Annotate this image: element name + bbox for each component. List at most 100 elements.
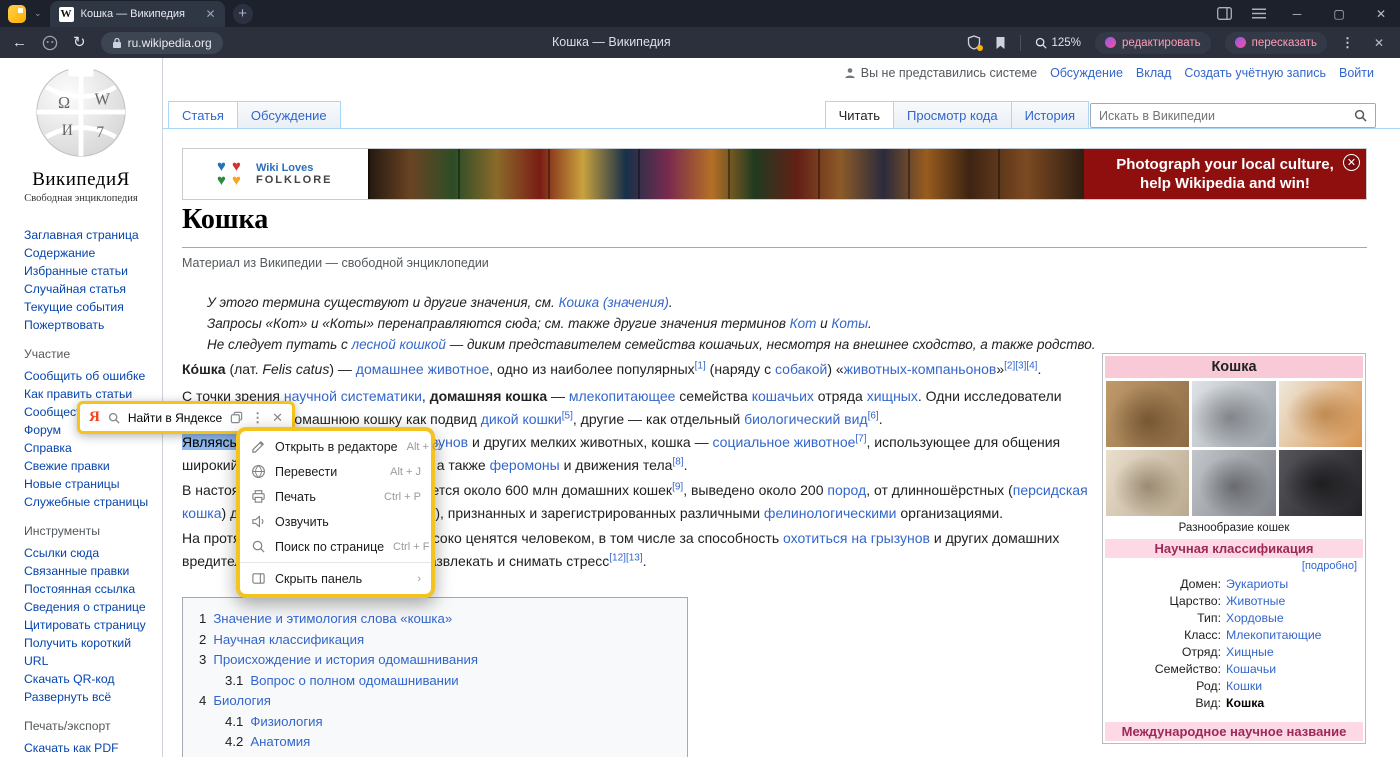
copy-icon[interactable] xyxy=(230,411,243,424)
sidebar-link-0-3[interactable]: Случайная статья xyxy=(24,280,150,298)
cat-photo[interactable] xyxy=(1279,381,1362,447)
wiki-link[interactable]: биологический вид xyxy=(744,411,868,427)
tab-close-icon[interactable]: ✕ xyxy=(205,7,215,21)
wiki-link[interactable]: охотиться на грызунов xyxy=(783,530,930,546)
reference-link[interactable]: [7] xyxy=(855,433,866,444)
sidebar-link-2-1[interactable]: Связанные правки xyxy=(24,562,150,580)
toc-link[interactable]: Биология xyxy=(213,693,271,708)
reference-link[interactable]: [8] xyxy=(672,456,683,467)
wiki-search-box[interactable] xyxy=(1090,103,1376,128)
sidebar-link-2-0[interactable]: Ссылки сюда xyxy=(24,544,150,562)
context-menu-item-2[interactable]: ПечатьCtrl + P xyxy=(240,484,431,509)
view-tab-0[interactable]: Читать xyxy=(825,101,894,129)
view-tab-1[interactable]: Просмотр кода xyxy=(893,101,1012,129)
reload-icon[interactable]: ↻ xyxy=(73,35,86,50)
bookmark-flag-icon[interactable] xyxy=(995,36,1006,50)
window-maximize-button[interactable]: ▢ xyxy=(1328,7,1350,21)
cat-photo[interactable] xyxy=(1106,450,1189,516)
taxonomy-link[interactable]: Эукариоты xyxy=(1226,576,1363,593)
context-menu-item-4[interactable]: Поиск по страницеCtrl + F xyxy=(240,534,431,559)
reference-link[interactable]: [5] xyxy=(562,410,573,421)
namespace-tab-0[interactable]: Статья xyxy=(168,101,238,129)
reference-link[interactable]: [1] xyxy=(695,360,706,371)
wiki-link[interactable]: дикой кошки xyxy=(481,411,562,427)
personal-link-4[interactable]: Войти xyxy=(1339,66,1374,80)
toolbar-more-icon[interactable]: ⋮ xyxy=(251,410,264,426)
sidebar-link-0-4[interactable]: Текущие события xyxy=(24,298,150,316)
wikipedia-logo[interactable]: Ω W И 7 ВикипедиЯ Свободная энциклопедия xyxy=(0,64,162,204)
sidebar-link-0-1[interactable]: Содержание xyxy=(24,244,150,262)
protect-shield-icon[interactable] xyxy=(967,35,981,50)
taxonomy-link[interactable]: Кошачьи xyxy=(1226,661,1363,678)
sidebar-link-2-4[interactable]: Цитировать страницу xyxy=(24,616,150,634)
toc-link[interactable]: Значение и этимология слова «кошка» xyxy=(213,611,452,626)
taxonomy-link[interactable]: Кошки xyxy=(1226,678,1363,695)
toc-item[interactable]: 3Происхождение и история одомашнивания xyxy=(199,650,671,671)
edit-neuro-button[interactable]: редактировать xyxy=(1095,32,1211,54)
cat-photo[interactable] xyxy=(1106,381,1189,447)
reference-link[interactable]: [9] xyxy=(672,481,683,492)
window-minimize-button[interactable]: ─ xyxy=(1286,7,1308,21)
wiki-search-input[interactable] xyxy=(1091,109,1346,123)
toc-item[interactable]: 4Биология xyxy=(199,691,671,712)
view-tab-2[interactable]: История xyxy=(1011,101,1089,129)
reference-link[interactable]: [12][13] xyxy=(609,552,642,563)
browser-tab-active[interactable]: W Кошка — Википедия ✕ xyxy=(50,1,225,27)
context-menu-item-0[interactable]: Открыть в редактореAlt + O xyxy=(240,434,431,459)
wiki-link[interactable]: животных-компаньонов xyxy=(844,361,997,377)
toc-link[interactable]: Вопрос о полном одомашнивании xyxy=(250,673,458,688)
cat-photo[interactable] xyxy=(1192,381,1275,447)
url-field[interactable]: ru.wikipedia.org xyxy=(101,32,223,54)
wiki-link[interactable]: Коты xyxy=(831,316,868,331)
taxonomy-link[interactable]: Млекопитающие xyxy=(1226,627,1363,644)
retell-neuro-button[interactable]: пересказать xyxy=(1225,32,1327,54)
toc-item[interactable]: 2Научная классификация xyxy=(199,630,671,651)
toc-link[interactable]: Физиология xyxy=(250,714,322,729)
sidebar-link-0-0[interactable]: Заглавная страница xyxy=(24,226,150,244)
wiki-link[interactable]: пород xyxy=(827,482,866,498)
toc-link[interactable]: Происхождение и история одомашнивания xyxy=(213,652,478,667)
taxonomy-link[interactable]: Животные xyxy=(1226,593,1363,610)
reference-link[interactable]: [1] xyxy=(695,360,706,371)
assistant-icon[interactable] xyxy=(42,35,58,51)
namespace-tab-1[interactable]: Обсуждение xyxy=(237,101,341,129)
wiki-link[interactable]: научной систематики xyxy=(284,388,422,404)
sidebar-link-0-5[interactable]: Пожертвовать xyxy=(24,316,150,334)
wiki-link[interactable]: Кот xyxy=(790,316,817,331)
reference-link[interactable]: [7] xyxy=(855,433,866,444)
details-link[interactable]: [подробно] xyxy=(1302,560,1357,572)
wiki-link[interactable]: хищных xyxy=(867,388,918,404)
wiki-link[interactable]: феромоны xyxy=(490,457,560,473)
toolbar-close-icon[interactable]: ✕ xyxy=(272,410,283,426)
more-options-icon[interactable]: ⋮ xyxy=(1341,35,1354,51)
wiki-link[interactable]: млекопитающее xyxy=(569,388,676,404)
banner-close-icon[interactable]: ✕ xyxy=(1343,154,1360,171)
search-icon[interactable] xyxy=(1346,109,1375,122)
sidebar-link-2-5[interactable]: Получить короткий URL xyxy=(24,634,150,670)
sidebar-link-0-2[interactable]: Избранные статьи xyxy=(24,262,150,280)
wiki-link[interactable]: лесной кошкой xyxy=(352,337,446,352)
toc-item[interactable]: 4.2.1Неизученные области xyxy=(199,753,671,757)
reference-link[interactable]: [2][3][4] xyxy=(1004,360,1037,371)
context-menu-item-3[interactable]: Озвучить xyxy=(240,509,431,534)
reference-link[interactable]: [12][13] xyxy=(609,552,642,563)
wiki-link[interactable]: фелинологическими xyxy=(764,505,897,521)
context-menu-item-1[interactable]: ПеревестиAlt + J xyxy=(240,459,431,484)
cat-photo[interactable] xyxy=(1279,450,1362,516)
reference-link[interactable]: [6] xyxy=(868,410,879,421)
toc-link[interactable]: Анатомия xyxy=(250,734,310,749)
cat-photo[interactable] xyxy=(1192,450,1275,516)
toolbar-close-icon[interactable]: ✕ xyxy=(1368,36,1390,50)
sidebar-link-2-3[interactable]: Сведения о странице xyxy=(24,598,150,616)
reference-link[interactable]: [9] xyxy=(672,481,683,492)
taxonomy-link[interactable]: Хордовые xyxy=(1226,610,1363,627)
reference-link[interactable]: [6] xyxy=(868,410,879,421)
sidebar-link-1-4[interactable]: Справка xyxy=(24,439,150,457)
wiki-link[interactable]: социальное животное xyxy=(713,434,856,450)
window-close-button[interactable]: ✕ xyxy=(1370,7,1392,21)
taxonomy-link[interactable]: Хищные xyxy=(1226,644,1363,661)
personal-link-3[interactable]: Создать учётную запись xyxy=(1184,66,1326,80)
sidebar-link-1-5[interactable]: Свежие правки xyxy=(24,457,150,475)
sidebar-link-1-6[interactable]: Новые страницы xyxy=(24,475,150,493)
side-panel-icon[interactable] xyxy=(1217,7,1232,20)
